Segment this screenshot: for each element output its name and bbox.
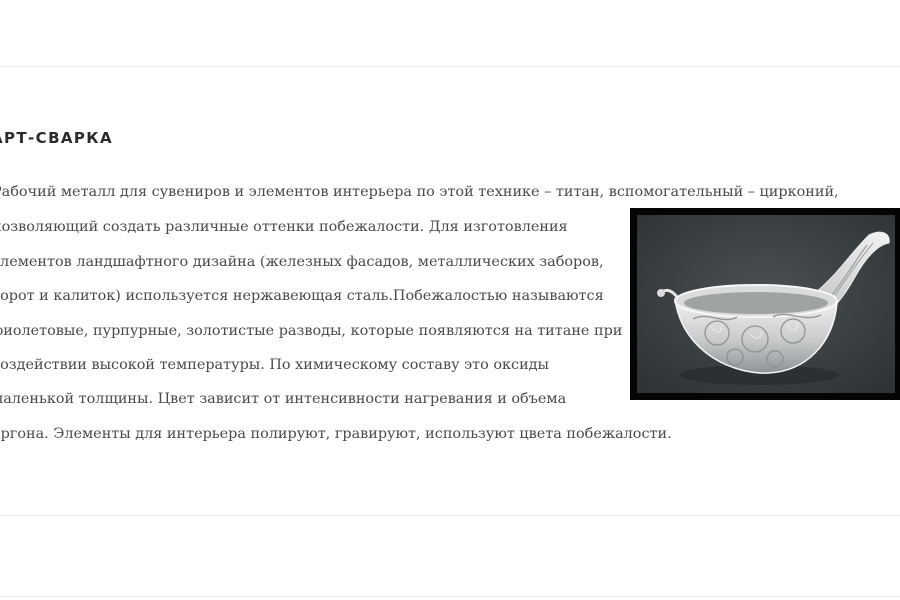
paragraph-line: фиолетовые, пурпурные, золотистые развод… [0,323,623,339]
footer-divider [0,596,900,597]
paragraph-line: воздействии высокой температуры. По хими… [0,357,549,373]
product-photo [630,208,900,400]
filigree-bowl-image [637,215,895,393]
paragraph-line: Рабочий металл для сувениров и элементов… [0,184,839,200]
paragraph-line: элементов ландшафтного дизайна (железных… [0,254,604,270]
top-divider [0,66,900,67]
page: АРТ-СВАРКА Рабочий металл для сувениров … [0,0,900,600]
paragraph-line: маленькой толщины. Цвет зависит от интен… [0,391,567,407]
paragraph-line: ворот и калиток) используется нержавеюща… [0,288,604,304]
bottom-divider [0,515,900,516]
paragraph-line: аргона. Элементы для интерьера полируют,… [0,426,672,442]
section-heading: АРТ-СВАРКА [0,129,113,147]
paragraph-line: позволяющий создать различные оттенки по… [0,219,568,235]
